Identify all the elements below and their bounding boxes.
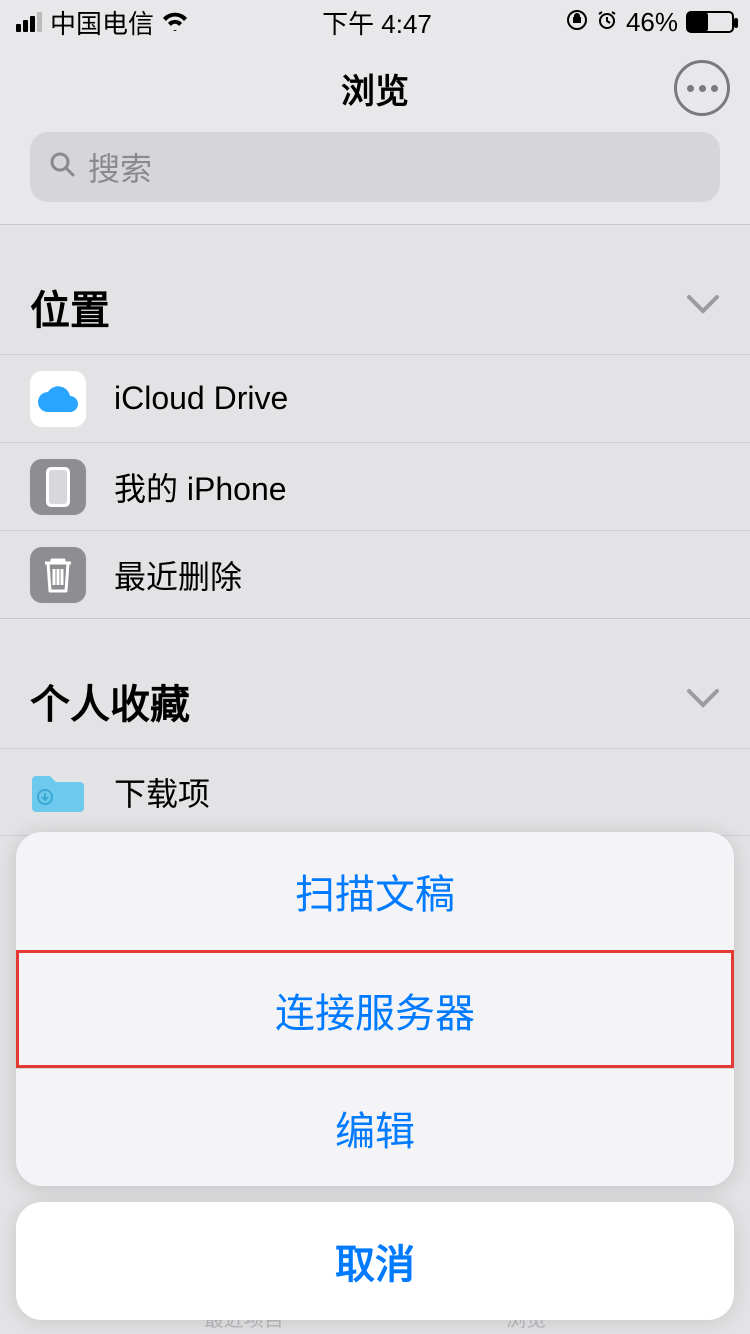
battery-pct: 46% (626, 7, 678, 38)
sheet-item-label: 扫描文稿 (295, 862, 455, 920)
signal-icon (16, 12, 42, 32)
page-title: 浏览 (341, 64, 409, 113)
search-input[interactable]: 搜索 (30, 132, 720, 202)
row-label: iCloud Drive (114, 380, 288, 417)
sheet-item-connect-server[interactable]: 连接服务器 (16, 950, 734, 1068)
carrier-label: 中国电信 (50, 4, 154, 41)
clock: 下午 4:47 (188, 4, 566, 41)
sheet-item-scan[interactable]: 扫描文稿 (16, 832, 734, 950)
locations-title: 位置 (30, 278, 110, 336)
search-icon (48, 149, 76, 186)
more-button[interactable] (674, 60, 730, 116)
row-label: 最近删除 (114, 552, 242, 598)
iphone-icon (30, 459, 86, 515)
battery-icon (686, 11, 734, 33)
cloud-icon (30, 371, 86, 427)
sheet-item-edit[interactable]: 编辑 (16, 1068, 734, 1186)
search-placeholder: 搜索 (88, 144, 152, 190)
nav-header: 浏览 (0, 44, 750, 132)
spacer (0, 224, 750, 260)
sheet-item-label: 连接服务器 (275, 981, 475, 1039)
favorites-header[interactable]: 个人收藏 (0, 654, 750, 748)
orientation-lock-icon (566, 7, 588, 38)
row-label: 我的 iPhone (114, 464, 287, 510)
spacer (0, 618, 750, 654)
location-row-trash[interactable]: 最近删除 (0, 530, 750, 618)
wifi-icon (162, 7, 188, 38)
downloads-folder-icon (30, 764, 86, 820)
sheet-cancel-label: 取消 (335, 1232, 415, 1290)
row-label: 下载项 (114, 769, 210, 815)
sheet-item-label: 编辑 (335, 1099, 415, 1157)
action-sheet: 扫描文稿 连接服务器 编辑 取消 (16, 832, 734, 1320)
favorites-title: 个人收藏 (30, 672, 190, 730)
locations-header[interactable]: 位置 (0, 260, 750, 354)
chevron-down-icon (686, 294, 720, 321)
ellipsis-icon (687, 85, 694, 92)
trash-icon (30, 547, 86, 603)
status-right: 46% (566, 7, 734, 38)
status-left: 中国电信 (16, 4, 188, 41)
alarm-icon (596, 7, 618, 38)
status-bar: 中国电信 下午 4:47 46% (0, 0, 750, 44)
location-row-iphone[interactable]: 我的 iPhone (0, 442, 750, 530)
favorite-row-downloads[interactable]: 下载项 (0, 748, 750, 836)
sheet-cancel[interactable]: 取消 (16, 1202, 734, 1320)
action-sheet-group: 扫描文稿 连接服务器 编辑 (16, 832, 734, 1186)
chevron-down-icon (686, 688, 720, 715)
location-row-icloud[interactable]: iCloud Drive (0, 354, 750, 442)
search-wrap: 搜索 (0, 132, 750, 224)
